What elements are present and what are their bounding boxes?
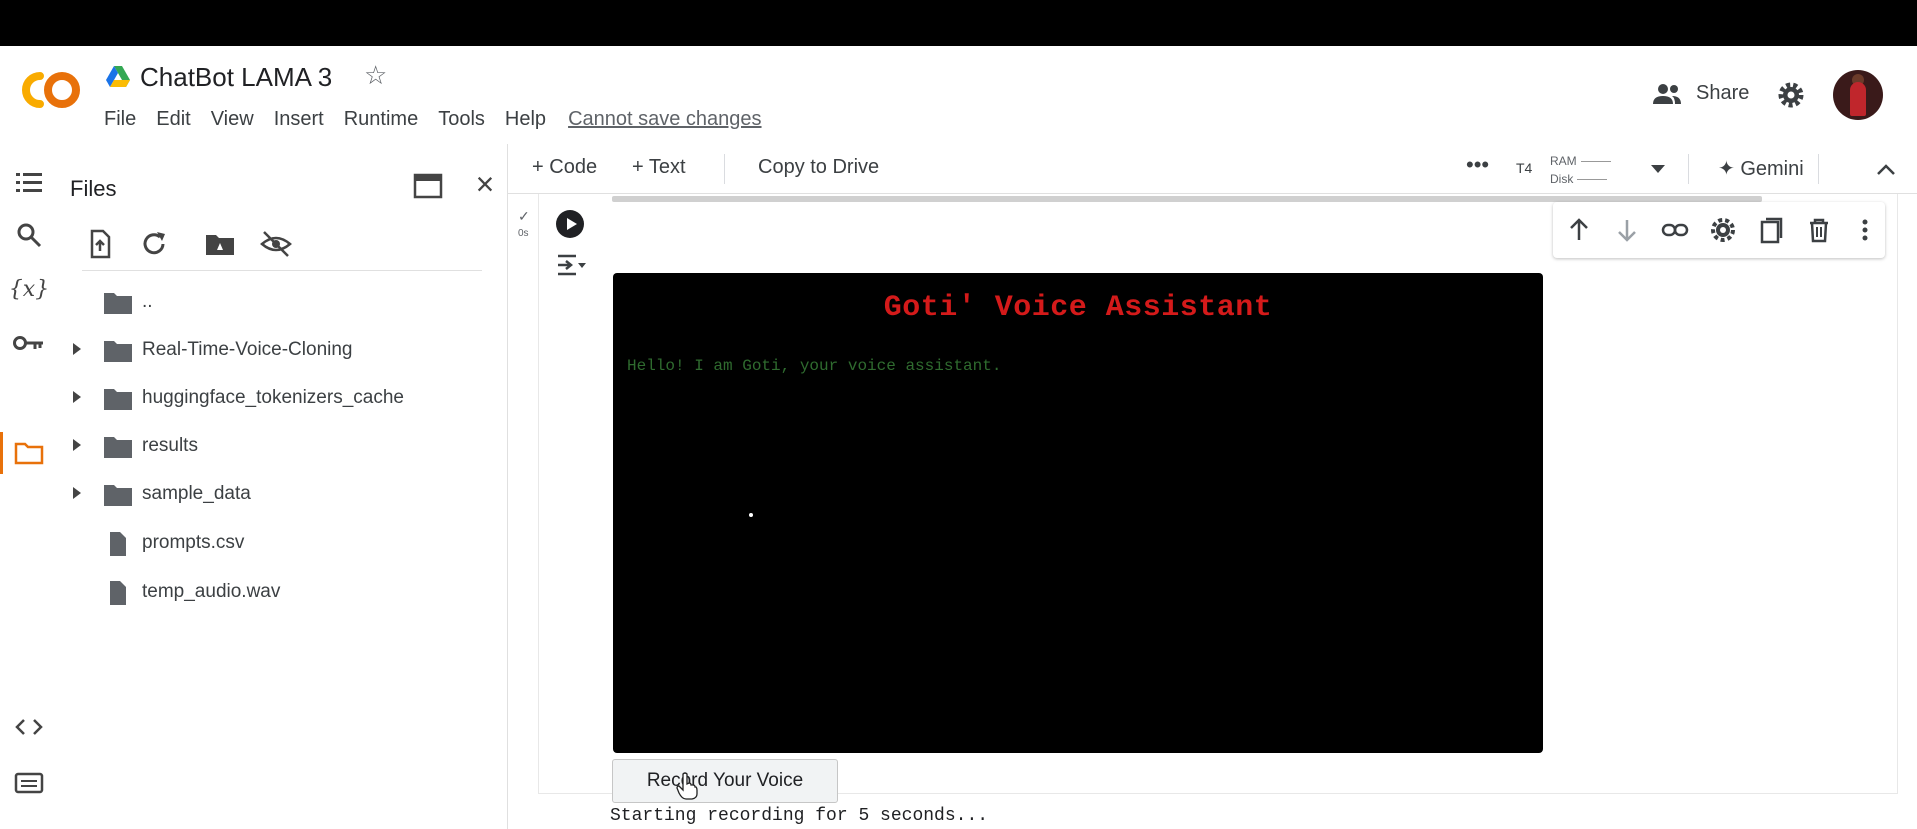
terminal-icon[interactable] [12,766,46,800]
code-snippets-icon[interactable] [12,710,46,744]
hide-files-icon[interactable] [260,228,292,260]
file-tree-item-folder[interactable]: huggingface_tokenizers_cache [56,378,506,418]
open-in-tab-icon[interactable] [412,172,444,200]
folder-icon [104,341,132,362]
menu-runtime[interactable]: Runtime [344,108,418,131]
file-name: results [142,435,198,456]
link-icon[interactable] [1661,216,1689,244]
mouse-dot [749,513,753,517]
folder-icon [104,485,132,506]
gemini-button[interactable]: ✦ Gemini [1718,156,1804,181]
files-panel: Files × .. Real-Time-Voice-Cloning huggi… [56,144,508,829]
file-name: sample_data [142,483,251,504]
mount-drive-icon[interactable] [204,228,236,260]
move-down-arrow-icon[interactable] [1613,216,1641,244]
expand-caret-icon[interactable] [70,436,84,454]
file-tree-item-file[interactable]: temp_audio.wav [56,572,506,612]
move-up-arrow-icon[interactable] [1565,216,1593,244]
notebook-title[interactable]: ChatBot LAMA 3 [140,62,332,93]
header: ChatBot LAMA 3 ☆ File Edit View Insert R… [0,46,1917,144]
cell-settings-gear-icon[interactable] [1709,216,1737,244]
user-avatar[interactable] [1833,70,1883,120]
file-name: prompts.csv [142,532,245,553]
collapse-chevron-up-icon[interactable] [1876,162,1896,176]
google-drive-icon[interactable] [106,66,130,88]
more-vert-icon[interactable] [1851,216,1879,244]
expand-caret-icon[interactable] [70,388,84,406]
assistant-message: Hello! I am Goti, your voice assistant. [627,357,1002,375]
secrets-key-icon[interactable] [12,326,46,360]
file-tree-item-folder[interactable]: results [56,426,506,466]
file-icon [110,581,126,605]
menu-tools[interactable]: Tools [438,108,485,131]
menu-help[interactable]: Help [505,108,546,131]
recording-status-text: Starting recording for 5 seconds... [610,806,989,826]
record-voice-button[interactable]: Record Your Voice [612,759,838,803]
colab-logo-icon[interactable] [18,68,84,112]
menu-insert[interactable]: Insert [274,108,324,131]
menu-edit[interactable]: Edit [156,108,190,131]
search-icon[interactable] [12,218,46,252]
file-name: .. [142,291,153,312]
execution-check-icon: ✓ [518,208,530,224]
people-icon [1653,83,1681,104]
menu-view[interactable]: View [211,108,254,131]
file-tree-item-file[interactable]: prompts.csv [56,523,506,563]
add-code-button[interactable]: + Code [532,156,597,179]
run-cell-button[interactable] [556,210,584,238]
variables-icon[interactable]: {x} [9,272,49,306]
file-icon [110,532,126,556]
file-tree-item-parent[interactable]: .. [56,282,506,322]
star-icon[interactable]: ☆ [364,60,387,91]
screen-top-bezel [0,0,1917,46]
colab-app: ChatBot LAMA 3 ☆ File Edit View Insert R… [0,46,1917,829]
file-tree-item-folder[interactable]: sample_data [56,474,506,514]
folder-icon [104,389,132,410]
cell-toolbar [1553,202,1885,258]
files-toolbar [84,224,444,264]
files-panel-title: Files [70,176,117,201]
share-label: Share [1696,82,1750,104]
gemini-label: Gemini [1740,158,1804,180]
execution-time: 0s [518,228,529,239]
menu-file[interactable]: File [104,108,136,131]
resource-monitor[interactable]: RAM Disk [1550,150,1611,190]
notebook-toolbar: + Code + Text Copy to Drive ••• T4 RAM D… [508,144,1917,194]
runtime-type: T4 [1516,160,1533,176]
expand-caret-icon[interactable] [70,484,84,502]
upload-file-icon[interactable] [84,228,116,260]
more-options-icon[interactable]: ••• [1466,152,1489,178]
file-name: temp_audio.wav [142,581,281,602]
ram-label: RAM [1550,154,1577,168]
files-folder-icon[interactable] [12,436,46,470]
voice-assistant-output: Goti' Voice Assistant Hello! I am Goti, … [613,273,1543,753]
left-rail: {x} [0,144,56,829]
add-text-button[interactable]: + Text [632,156,686,179]
folder-icon [104,437,132,458]
refresh-icon[interactable] [138,228,170,260]
active-indicator [0,432,3,474]
save-status-link[interactable]: Cannot save changes [568,108,761,131]
delete-trash-icon[interactable] [1805,216,1833,244]
output-actions-icon[interactable] [556,252,588,278]
hand-cursor-icon [676,772,698,800]
share-button[interactable]: Share [1652,82,1749,105]
folder-icon [104,293,132,314]
menu-bar: File Edit View Insert Runtime Tools Help… [104,108,782,131]
add-code-label: Code [549,156,598,178]
copy-to-drive-button[interactable]: Copy to Drive [758,156,879,179]
runtime-dropdown-icon[interactable] [1650,164,1666,174]
file-tree-item-folder[interactable]: Real-Time-Voice-Cloning [56,330,506,370]
expand-caret-icon[interactable] [70,340,84,358]
file-name: Real-Time-Voice-Cloning [142,339,353,360]
add-text-label: Text [648,156,686,178]
settings-gear-icon[interactable] [1776,80,1806,110]
table-of-contents-icon[interactable] [12,166,46,200]
mirror-cell-icon[interactable] [1757,216,1785,244]
file-name: huggingface_tokenizers_cache [142,387,404,408]
disk-label: Disk [1550,172,1574,186]
assistant-title: Goti' Voice Assistant [883,291,1273,325]
close-panel-icon[interactable]: × [470,168,500,200]
